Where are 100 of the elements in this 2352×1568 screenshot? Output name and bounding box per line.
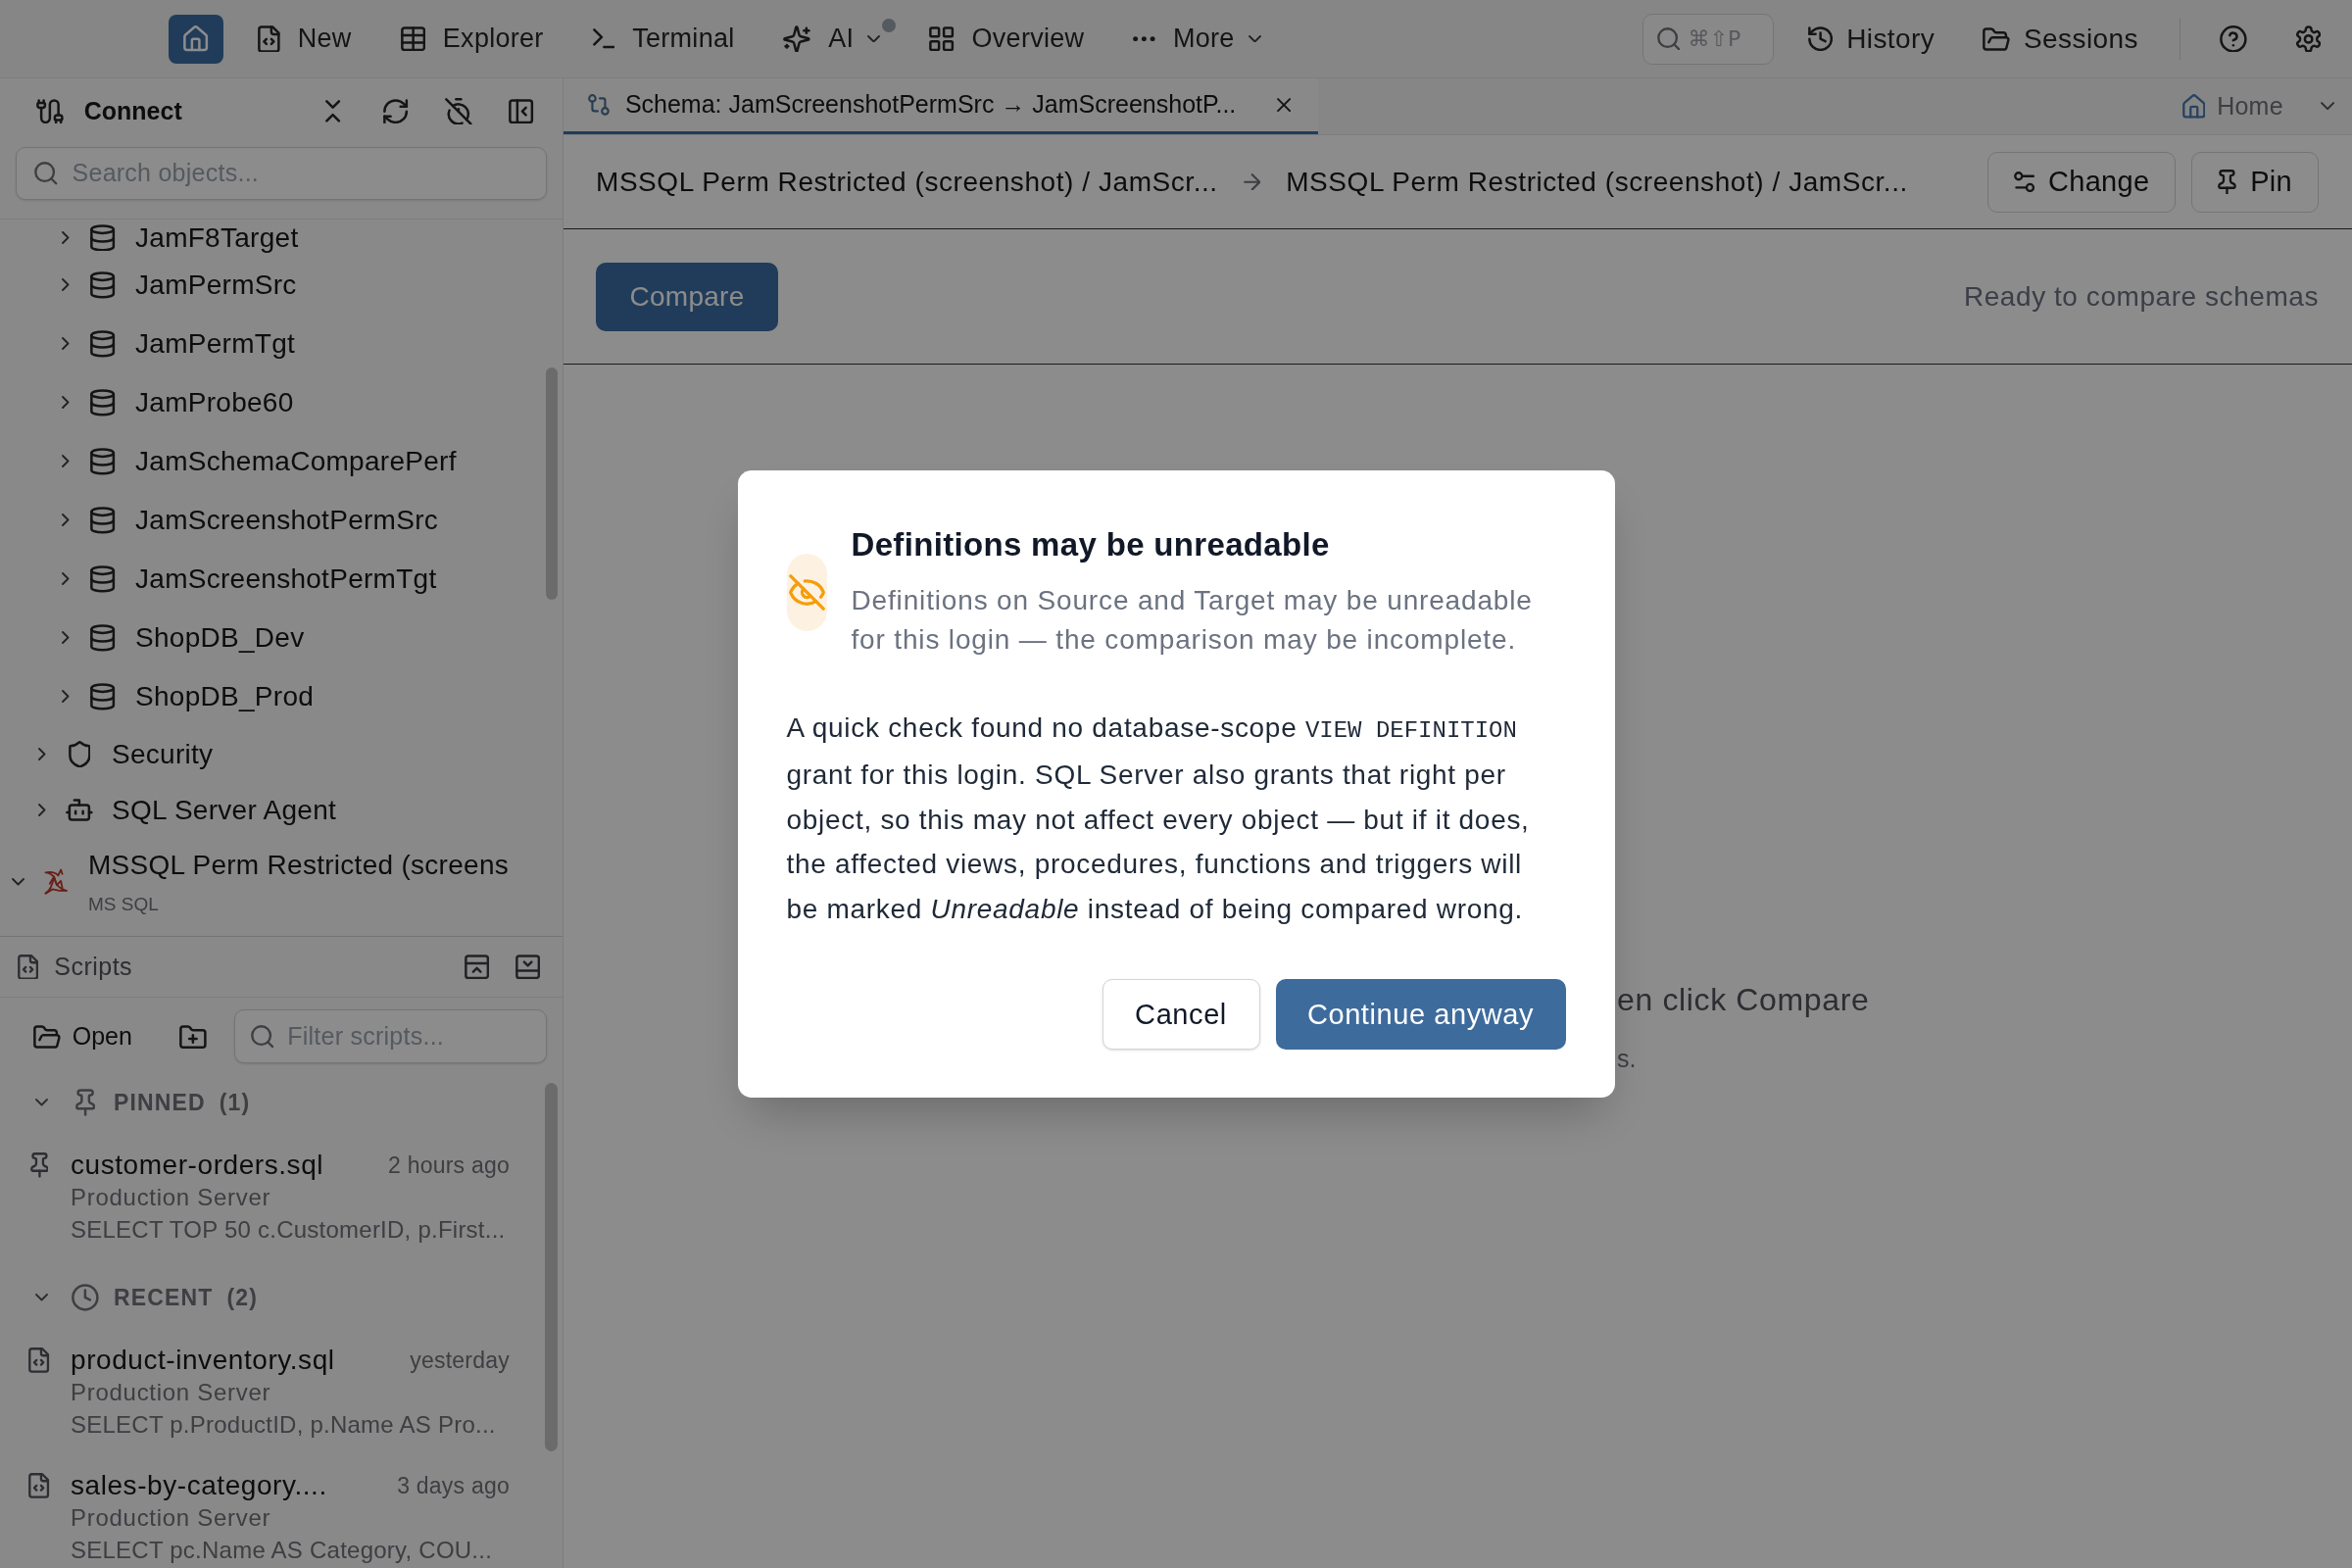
database-icon — [90, 624, 116, 652]
chevron-right-icon[interactable] — [62, 631, 70, 645]
nav-item[interactable]: AI — [769, 14, 895, 64]
chevron-right-icon[interactable] — [62, 337, 70, 351]
script-time: 2 hours ago — [388, 1152, 510, 1180]
chevron-right-icon[interactable] — [62, 690, 70, 704]
sessions-button[interactable]: Sessions — [1971, 14, 2150, 64]
tree-item[interactable]: JamSchemaComparePerf — [135, 445, 457, 478]
database-icon — [90, 683, 116, 710]
file-code-icon — [28, 1473, 50, 1498]
dialog-subtitle: Definitions on Source and Target may be unreadable for this login — the comparison may be incomplete. — [851, 583, 1534, 657]
pin-icon — [2218, 169, 2237, 195]
sparkles-icon — [783, 24, 811, 53]
section-title: RECENT — [114, 1283, 214, 1312]
dialog-message: A quick check found no database-scope VIEW DEFINITION grant for this login. SQL Server also grants that right per object, so this may not affect every object — but if it does, the affected views, procedures, functions and triggers will be marked Unreadable instead of being compared wrong. — [786, 710, 1531, 926]
chevron-right-icon[interactable] — [62, 278, 70, 292]
script-time: yesterday — [410, 1347, 510, 1375]
cable-icon — [36, 98, 64, 124]
scrollbar[interactable] — [546, 368, 558, 600]
panel-left-close-icon[interactable] — [509, 98, 534, 124]
pin-button[interactable]: Pin — [2191, 151, 2319, 213]
chevron-down-icon[interactable] — [35, 1294, 49, 1301]
script-preview: SELECT TOP 50 c.CustomerID, p.First... — [71, 1215, 506, 1245]
tree-item[interactable]: ShopDB_Prod — [135, 680, 315, 713]
panel-title: Scripts — [54, 951, 133, 982]
collapse-all-icon[interactable] — [325, 100, 341, 122]
eye-off-icon — [786, 553, 827, 631]
tree-item[interactable]: JamProbe60 — [135, 386, 294, 419]
search-icon — [250, 1024, 274, 1049]
search-icon — [1656, 26, 1681, 51]
panel-title: Connect — [83, 95, 182, 126]
arrow-right-icon — [1243, 172, 1261, 191]
refresh-icon[interactable] — [383, 98, 409, 124]
database-icon — [90, 565, 116, 593]
server-type-label: MS SQL — [88, 894, 159, 915]
section-count: (1) — [219, 1088, 251, 1117]
tree-item[interactable]: SQL Server Agent — [112, 793, 337, 827]
folder-plus-icon[interactable] — [178, 1024, 207, 1049]
chevron-right-icon[interactable] — [62, 572, 70, 586]
script-preview: SELECT pc.Name AS Category, COU... — [71, 1536, 493, 1565]
chevron-right-icon[interactable] — [62, 455, 70, 468]
tree-item[interactable]: JamPermSrc — [135, 269, 297, 302]
section-count: (2) — [226, 1283, 259, 1312]
chevron-down-icon[interactable] — [35, 1099, 49, 1106]
scrollbar[interactable] — [545, 1083, 558, 1451]
help-icon[interactable] — [2219, 24, 2247, 53]
home-button[interactable] — [169, 14, 223, 64]
home-icon — [183, 25, 209, 52]
compare-icon — [588, 94, 610, 116]
script-name[interactable]: customer-orders.sql — [71, 1150, 324, 1181]
continue-button[interactable]: Continue anyway — [1275, 979, 1566, 1051]
terminal-icon — [592, 28, 615, 49]
nav-item[interactable]: More — [1119, 14, 1275, 64]
empty-state-text: en click Compare — [1617, 981, 1870, 1019]
sliders-icon — [2013, 171, 2034, 193]
chevron-right-icon[interactable] — [62, 514, 70, 527]
open-button[interactable]: Open — [20, 1009, 146, 1063]
tree-item[interactable]: MSSQL Perm Restricted (screens — [88, 849, 510, 882]
server-logo-icon — [43, 868, 69, 896]
script-name[interactable]: sales-by-category.... — [71, 1470, 327, 1501]
nav-item[interactable]: Terminal — [578, 14, 749, 64]
file-code-icon — [258, 24, 280, 53]
script-time: 3 days ago — [397, 1472, 510, 1500]
history-button[interactable]: History — [1795, 14, 1947, 64]
database-icon — [90, 448, 116, 475]
database-icon — [90, 271, 116, 299]
folder-open-icon — [33, 1024, 61, 1049]
script-server: Production Server — [71, 1378, 271, 1407]
nav-item[interactable]: Overview — [915, 14, 1099, 64]
compare-button[interactable]: Compare — [596, 262, 778, 331]
tree-item[interactable]: JamScreenshotPermSrc — [135, 504, 439, 537]
source-connection-label: MSSQL Perm Restricted (screenshot) / JamScr... — [596, 165, 1218, 199]
tree-item[interactable]: Security — [112, 737, 214, 771]
chevron-right-icon[interactable] — [38, 748, 46, 760]
panel-top-icon[interactable] — [464, 954, 489, 980]
settings-icon[interactable] — [2295, 24, 2321, 53]
cancel-button[interactable]: Cancel — [1102, 979, 1260, 1051]
pin-icon — [29, 1152, 49, 1178]
panel-bottom-icon[interactable] — [514, 954, 540, 980]
clock-icon — [72, 1284, 99, 1311]
close-icon[interactable] — [1276, 97, 1291, 113]
target-connection-label: MSSQL Perm Restricted (screenshot) / JamScr... — [1286, 165, 1908, 199]
home-icon — [2181, 94, 2206, 119]
nav-item[interactable]: New — [244, 14, 366, 64]
chevron-down-icon[interactable] — [12, 878, 25, 886]
change-button[interactable]: Change — [1986, 151, 2177, 213]
tree-item[interactable]: JamPermTgt — [135, 327, 296, 361]
tree-item[interactable]: JamScreenshotPermTgt — [135, 563, 437, 596]
workspace-selector[interactable]: Home — [2181, 78, 2352, 134]
chevron-right-icon[interactable] — [62, 231, 70, 244]
timer-off-icon[interactable] — [445, 97, 472, 125]
script-server: Production Server — [71, 1503, 271, 1533]
chevron-right-icon[interactable] — [62, 396, 70, 410]
tree-item[interactable]: ShopDB_Dev — [135, 621, 305, 655]
script-name[interactable]: product-inventory.sql — [71, 1345, 335, 1376]
section-title: PINNED — [114, 1088, 206, 1117]
empty-state-text: s. — [1617, 1044, 1637, 1074]
nav-item[interactable]: Explorer — [386, 14, 558, 64]
chevron-right-icon[interactable] — [38, 804, 46, 816]
tree-item[interactable]: JamF8Target — [135, 220, 299, 255]
